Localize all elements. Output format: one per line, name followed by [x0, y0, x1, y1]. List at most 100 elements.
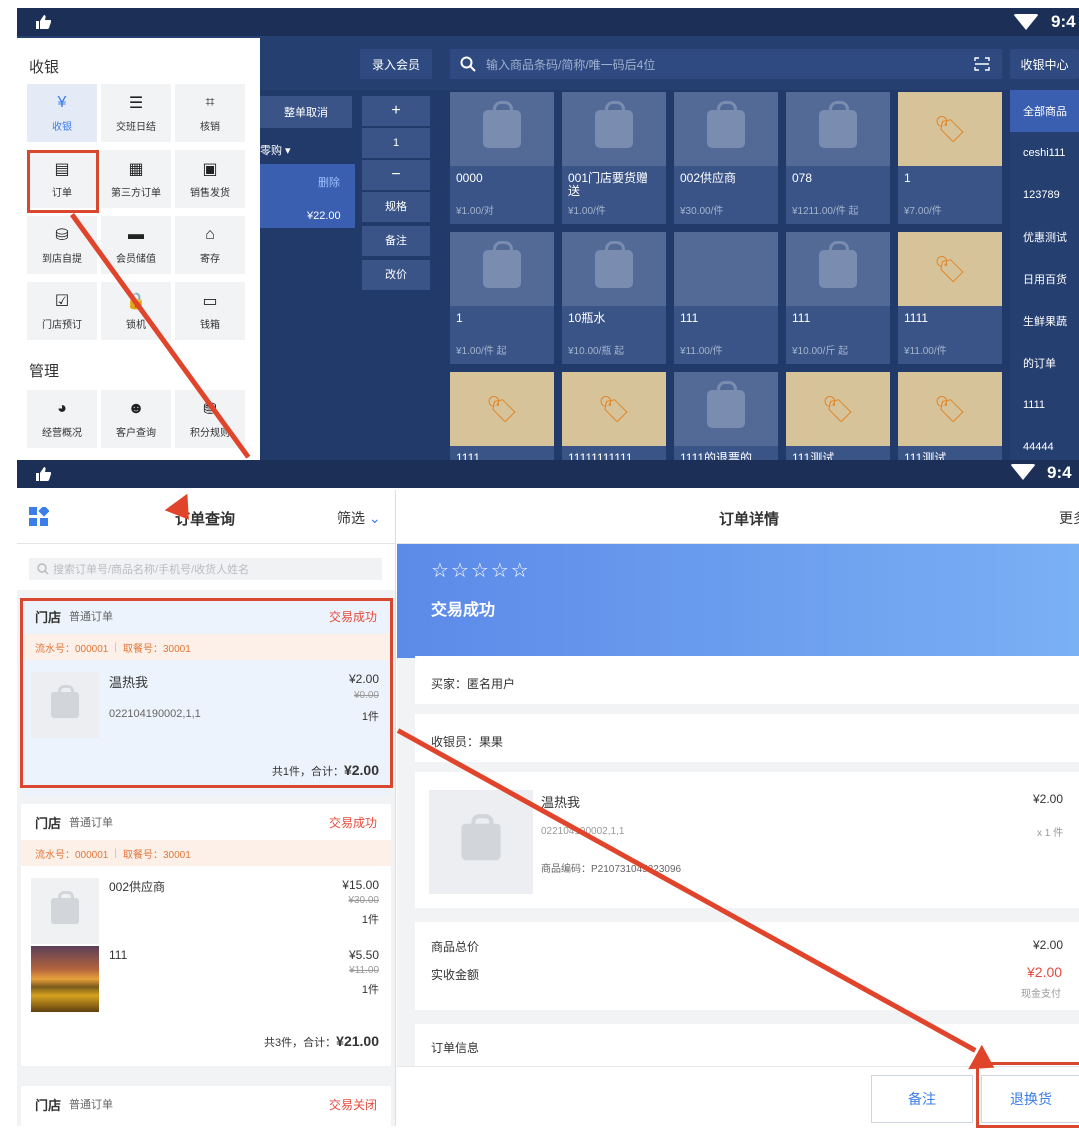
category-item[interactable]: 的订单: [1010, 342, 1079, 384]
order-search-input[interactable]: 搜索订单号/商品名称/手机号/收货人姓名: [29, 558, 382, 580]
product-tile[interactable]: 111 ¥10.00/斤 起: [786, 232, 890, 364]
register-member-button[interactable]: 录入会员: [360, 49, 432, 79]
apps-icon[interactable]: [29, 507, 49, 527]
product-tile[interactable]: 0000 ¥1.00/对: [450, 92, 554, 224]
product-tile[interactable]: 🏷 1 ¥7.00/件: [898, 92, 1002, 224]
menu-item[interactable]: ⛁ 到店自提: [27, 216, 97, 274]
menu-item-label: 经营概况: [42, 427, 82, 439]
order-detail-panel: 订单详情 更多 ☆☆☆☆☆ 交易成功 买家：匿名用户 收银员：果果 温热我 02…: [397, 490, 1079, 1126]
store-label: 门店: [35, 815, 62, 831]
cashier-text: 收银员：果果: [431, 735, 504, 749]
product-name: 111: [792, 311, 811, 325]
order-card[interactable]: 门店 普通订单 交易关闭: [21, 1086, 391, 1126]
menu-item-label: 寄存: [200, 253, 220, 265]
product-price: ¥30.00/件: [680, 206, 724, 217]
category-item[interactable]: 全部商品: [1010, 90, 1079, 132]
product-name: 10瓶水: [568, 311, 606, 325]
order-card[interactable]: 门店 普通订单 交易成功 流水号：000001 | 取餐号：30001 002供应商 ¥…: [21, 804, 391, 1066]
star-icon[interactable]: ☆: [491, 560, 511, 582]
menu-item[interactable]: ▦ 第三方订单: [101, 150, 171, 208]
item-original-price: ¥11.00: [349, 965, 379, 976]
price-tag-icon: 🏷: [933, 393, 967, 424]
order-status: 交易关闭: [328, 1097, 377, 1112]
product-tile[interactable]: 1111的退票的: [674, 372, 778, 460]
product-name: 001门店要货赠送: [568, 171, 649, 198]
cashier-icon: ¥: [57, 93, 67, 111]
product-tile[interactable]: 111 ¥11.00/件: [674, 232, 778, 364]
wifi-icon: [1013, 14, 1039, 30]
category-item[interactable]: 1111: [1010, 384, 1079, 426]
product-thumbnail: [429, 790, 533, 894]
function-menu: 收银 ¥ 收银 ☰ 交班日结 ⌗ 核销 ▤ 订单 ▦ 第三方订单 ▣ 销售发货 ⛁ 到店自提 ▬ 会员储值 ⌂ 寄…: [17, 38, 260, 460]
price-tag-icon: 🏷: [485, 393, 519, 424]
star-icon[interactable]: ☆: [431, 560, 451, 582]
product-tile[interactable]: 🏷 111测试: [786, 372, 890, 460]
menu-item[interactable]: ☰ 交班日结: [101, 84, 171, 142]
menu-item[interactable]: ⌂ 寄存: [175, 216, 245, 274]
category-item[interactable]: 44444: [1010, 426, 1079, 460]
star-icon[interactable]: ☆: [451, 560, 471, 582]
menu-item-label: 收银: [52, 121, 72, 133]
product-tile[interactable]: 🏷 1111 ¥11.00/件: [898, 232, 1002, 364]
scan-icon: ⌗: [205, 93, 215, 111]
product-tile[interactable]: 🏷 1111: [450, 372, 554, 460]
category-item[interactable]: 生鲜果蔬: [1010, 300, 1079, 342]
reprice-button[interactable]: 改价: [362, 260, 430, 290]
filter-button[interactable]: 筛选 ⌄: [337, 508, 381, 528]
product-tile[interactable]: 1 ¥1.00/件 起: [450, 232, 554, 364]
star-icon[interactable]: ☆: [511, 560, 531, 582]
menu-item[interactable]: ¥ 收银: [27, 84, 97, 142]
bag-icon: [595, 241, 633, 288]
product-name: 111: [680, 311, 699, 325]
category-item[interactable]: 123789: [1010, 174, 1079, 216]
menu-item[interactable]: ☑ 门店预订: [27, 282, 97, 340]
scan-icon[interactable]: [974, 57, 990, 71]
product-tile[interactable]: 001门店要货赠送 ¥1.00/件: [562, 92, 666, 224]
status-bar-bottom: 9:4: [17, 460, 1079, 488]
qty-plus-button[interactable]: +: [362, 96, 430, 126]
delete-link[interactable]: 删除: [318, 174, 340, 190]
channel-label: 零购: [260, 145, 282, 157]
note-button[interactable]: 备注: [362, 226, 430, 256]
buyer-text: 买家：匿名用户: [431, 677, 516, 691]
bag-icon: [483, 241, 521, 288]
menu-item[interactable]: ▭ 钱箱: [175, 282, 245, 340]
product-name: 1111的退票的: [680, 451, 753, 461]
spec-button[interactable]: 规格: [362, 192, 430, 222]
item-qty: x 1 件: [1037, 828, 1064, 839]
category-item[interactable]: ceshi111: [1010, 132, 1079, 174]
channel-select[interactable]: 零购 ▾: [260, 142, 291, 158]
cancel-all-button[interactable]: 整单取消: [260, 96, 352, 128]
menu-item[interactable]: ⌗ 核销: [175, 84, 245, 142]
menu-item[interactable]: ◕ 经营概况: [27, 390, 97, 448]
shipping-icon: ▣: [202, 160, 218, 178]
menu-item-label: 会员储值: [116, 253, 156, 265]
menu-item-label: 销售发货: [190, 187, 230, 199]
item-price: ¥2.00: [1033, 792, 1064, 806]
menu-item[interactable]: ▣ 销售发货: [175, 150, 245, 208]
chevron-down-icon: ⌄: [368, 510, 381, 526]
paid-value: ¥2.00: [1027, 964, 1063, 980]
product-name: 1: [456, 311, 463, 325]
bag-icon: [819, 241, 857, 288]
more-button[interactable]: 更多: [1059, 508, 1079, 528]
star-icon[interactable]: ☆: [471, 560, 491, 582]
product-image: [674, 232, 778, 306]
cashier-center-button[interactable]: 收银中心: [1010, 49, 1079, 79]
calendar-icon: ☑: [54, 292, 70, 310]
rating-stars[interactable]: ☆☆☆☆☆: [431, 558, 531, 583]
bag-icon: [707, 381, 745, 428]
note-button[interactable]: 备注: [871, 1075, 973, 1123]
order-total: ¥21.00: [336, 1033, 379, 1049]
product-tile[interactable]: 🏷 111测试: [898, 372, 1002, 460]
category-item[interactable]: 日用百货: [1010, 258, 1079, 300]
product-search-input[interactable]: 输入商品条码/简称/唯一码后4位: [450, 49, 1002, 79]
product-tile[interactable]: 078 ¥1211.00/件 起: [786, 92, 890, 224]
qty-minus-button[interactable]: −: [362, 160, 430, 190]
menu-item[interactable]: ☻ 客户查询: [101, 390, 171, 448]
product-tile[interactable]: 10瓶水 ¥10.00/瓶 起: [562, 232, 666, 364]
category-item[interactable]: 优惠测试: [1010, 216, 1079, 258]
product-tile[interactable]: 🏷 11111111111: [562, 372, 666, 460]
serial-info: 流水号：000001 | 取餐号：30001: [21, 840, 391, 866]
product-tile[interactable]: 002供应商 ¥30.00/件: [674, 92, 778, 224]
